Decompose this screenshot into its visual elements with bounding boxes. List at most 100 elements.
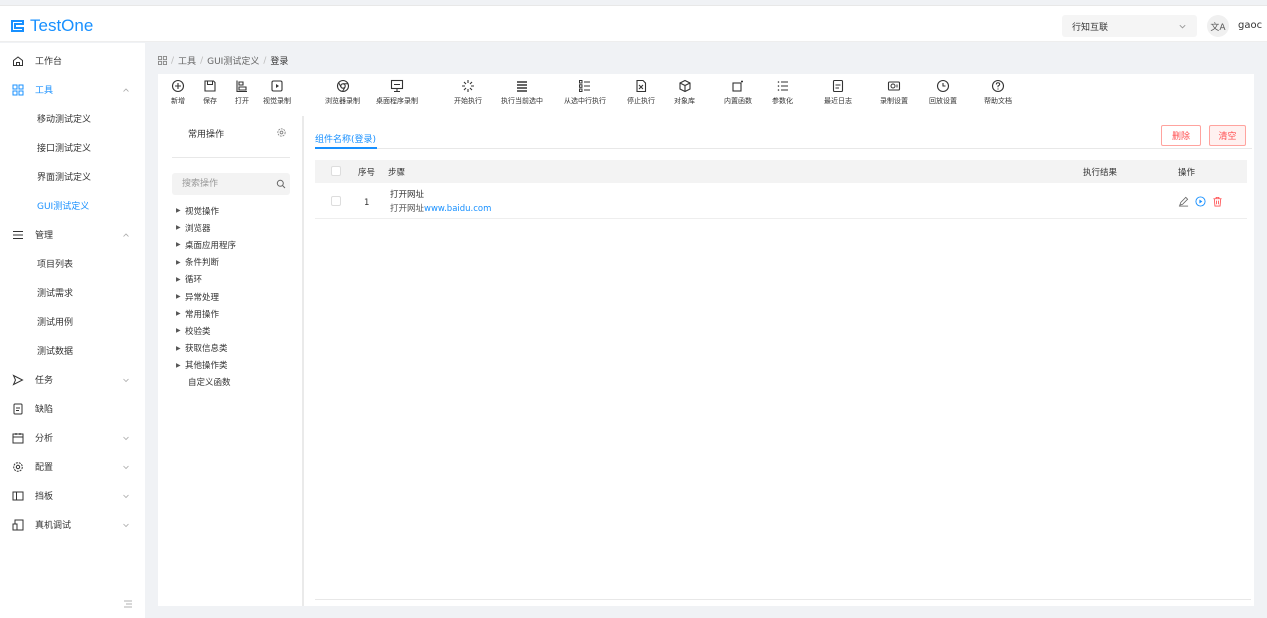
tree-node[interactable]: ▶ 视觉操作	[176, 202, 236, 219]
visual-record-button[interactable]: 视觉录制	[263, 79, 291, 106]
help-doc-button[interactable]: 帮助文档	[984, 79, 1012, 106]
tree-node[interactable]: ▶ 异常处理	[176, 288, 236, 305]
sidebar-item-tasks[interactable]: 任务	[0, 365, 145, 394]
sidebar-item-config[interactable]: 配置	[0, 452, 145, 481]
recent-log-button[interactable]: 最近日志	[824, 79, 852, 106]
open-button[interactable]: 打开	[235, 79, 249, 106]
logo[interactable]: TestOne	[10, 16, 93, 36]
cube-icon	[678, 79, 691, 93]
sidebar-item-project-list[interactable]: 项目列表	[0, 249, 145, 278]
sidebar-item-requirements[interactable]: 测试需求	[0, 278, 145, 307]
stop-execution-button[interactable]: 停止执行	[627, 79, 655, 106]
tree-node[interactable]: ▶ 校验类	[176, 322, 236, 339]
tree-node-custom-function[interactable]: 自定义函数	[176, 374, 236, 391]
browser-record-button[interactable]: 浏览器录制	[325, 79, 360, 106]
sidebar-item-workbench[interactable]: 工作台	[0, 46, 145, 75]
chevron-up-icon	[123, 232, 129, 237]
column-header-index: 序号	[358, 168, 376, 178]
chevron-down-icon	[123, 436, 129, 440]
table-row[interactable]: 1 打开网址 打开网址www.baidu.com	[315, 183, 1247, 219]
sidebar-item-label: 测试用例	[37, 318, 74, 328]
grid-icon[interactable]	[158, 56, 167, 65]
sidebar-item-baffle[interactable]: 挡板	[0, 481, 145, 510]
tab-divider	[315, 148, 1252, 149]
collapse-menu-icon[interactable]	[123, 599, 133, 609]
org-select[interactable]: 行知互联	[1062, 15, 1197, 37]
delete-button[interactable]: 删除	[1161, 125, 1201, 146]
sidebar-item-analysis[interactable]: 分析	[0, 423, 145, 452]
save-button[interactable]: 保存	[203, 79, 217, 106]
sidebar-item-label: 挡板	[35, 492, 54, 502]
sidebar-item-test-data[interactable]: 测试数据	[0, 336, 145, 365]
tab-component-name[interactable]: 组件名称(登录)	[315, 132, 376, 145]
sidebar-item-device-debug[interactable]: 真机调试	[0, 510, 145, 539]
search-input[interactable]	[182, 176, 267, 192]
caret-right-icon: ▶	[176, 293, 181, 301]
testone-logo-icon	[11, 20, 24, 32]
playback-settings-button[interactable]: 回放设置	[929, 79, 957, 106]
sidebar-item-label: 测试需求	[37, 289, 74, 299]
divider	[172, 157, 290, 158]
sidebar-item-label: 分析	[35, 434, 54, 444]
logo-text: TestOne	[30, 16, 94, 35]
grid-icon	[12, 84, 24, 95]
step-name: 打开网址	[390, 190, 425, 200]
translate-button[interactable]: 文A	[1207, 15, 1229, 37]
list-icon	[777, 81, 788, 91]
row-checkbox[interactable]	[331, 196, 341, 206]
builtin-function-button[interactable]: 内置函数	[724, 79, 752, 106]
user-name[interactable]: gaoc	[1238, 20, 1262, 31]
sidebar-item-tools[interactable]: 工具	[0, 75, 145, 104]
gear-icon[interactable]	[276, 127, 287, 138]
trash-icon[interactable]	[1212, 196, 1223, 207]
sidebar-item-label: 接口测试定义	[37, 144, 92, 154]
sidebar-item-manage[interactable]: 管理	[0, 220, 145, 249]
select-all-checkbox[interactable]	[331, 166, 341, 176]
tree-node[interactable]: ▶ 常用操作	[176, 305, 236, 322]
tree-node[interactable]: ▶ 桌面应用程序	[176, 236, 236, 253]
sidebar-item-label: 真机调试	[35, 521, 72, 531]
sidebar-item-mobile-test[interactable]: 移动测试定义	[0, 104, 145, 133]
operation-tree: ▶ 视觉操作 ▶ 浏览器 ▶ 桌面应用程序 ▶ 条件判断 ▶ 循环 ▶ 异常处理 ▶ 常用操作…	[176, 202, 236, 391]
sidebar-item-label: 测试数据	[37, 347, 74, 357]
sidebar-item-api-test[interactable]: 接口测试定义	[0, 133, 145, 162]
panel-title: 常用操作	[188, 130, 225, 140]
sidebar-item-test-cases[interactable]: 测试用例	[0, 307, 145, 336]
main-panel: 新增 保存 打开 视觉录制 浏览器录制 桌面程序录制 开始执行 执行当前选中 从…	[158, 74, 1254, 606]
start-execution-button[interactable]: 开始执行	[454, 79, 482, 106]
breadcrumb-item[interactable]: GUI测试定义	[207, 54, 259, 67]
org-select-value: 行知互联	[1072, 22, 1109, 33]
parameterize-button[interactable]: 参数化	[772, 79, 793, 106]
tree-node[interactable]: ▶ 获取信息类	[176, 340, 236, 357]
tree-node[interactable]: ▶ 循环	[176, 271, 236, 288]
device-icon	[12, 519, 24, 530]
clear-button[interactable]: 清空	[1209, 125, 1246, 146]
sidebar-item-defects[interactable]: 缺陷	[0, 394, 145, 423]
step-url[interactable]: www.baidu.com	[424, 204, 491, 214]
edit-icon[interactable]	[1178, 196, 1189, 207]
tree-node[interactable]: ▶ 其他操作类	[176, 357, 236, 374]
function-icon	[732, 80, 743, 92]
run-selected-current-button[interactable]: 执行当前选中	[501, 79, 543, 106]
caret-right-icon: ▶	[176, 258, 181, 266]
run-from-selected-button[interactable]: 从选中行执行	[564, 79, 606, 106]
column-header-ops: 操作	[1178, 168, 1196, 178]
sidebar-item-ui-test[interactable]: 界面测试定义	[0, 162, 145, 191]
breadcrumb-separator: /	[263, 55, 267, 66]
desktop-record-button[interactable]: 桌面程序录制	[376, 79, 418, 106]
rows-icon	[517, 81, 527, 92]
sidebar-item-label: 工作台	[35, 57, 63, 67]
record-settings-button[interactable]: 录制设置	[880, 79, 908, 106]
breadcrumb-item[interactable]: 工具	[178, 54, 196, 67]
sidebar-item-gui-test[interactable]: GUI测试定义	[0, 191, 145, 220]
step-description: 打开网址www.baidu.com	[390, 204, 492, 214]
new-button[interactable]: 新增	[171, 79, 185, 106]
chevron-down-icon	[123, 523, 129, 527]
chrome-icon	[336, 79, 349, 93]
run-step-icon[interactable]	[1195, 196, 1206, 207]
log-file-icon	[832, 79, 844, 93]
tree-node[interactable]: ▶ 条件判断	[176, 254, 236, 271]
tree-node[interactable]: ▶ 浏览器	[176, 219, 236, 236]
object-library-button[interactable]: 对象库	[674, 79, 695, 106]
search-icon[interactable]	[276, 179, 286, 189]
